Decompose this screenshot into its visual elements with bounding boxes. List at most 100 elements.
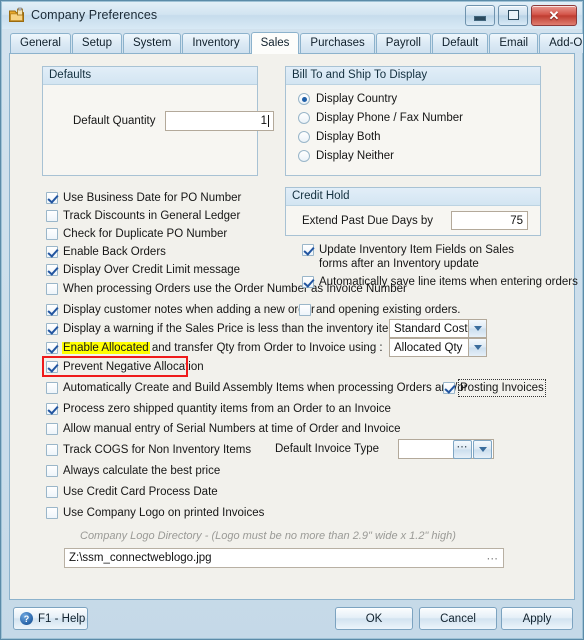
tab-addons[interactable]: Add-Ons	[539, 33, 583, 53]
dropdown-value: Standard Cost	[394, 322, 468, 335]
radio-indicator	[298, 150, 310, 162]
default-quantity-label: Default Quantity	[73, 115, 156, 127]
checkbox-indicator	[46, 210, 58, 222]
close-button[interactable]: ✕	[531, 4, 577, 26]
enable-allocated-highlight: Enable Allocated	[62, 342, 150, 354]
checkbox-posting-invoices[interactable]: Posting Invoices	[443, 379, 546, 397]
checkbox-label: Track COGS for Non Inventory Items	[63, 444, 252, 456]
checkbox-update-inventory-item-fields[interactable]: Update Inventory Item Fields on Sales fo…	[302, 243, 542, 271]
tab-email[interactable]: Email	[489, 33, 539, 53]
chevron-down-icon[interactable]	[468, 320, 486, 337]
checkbox-label: Always calculate the best price	[63, 465, 221, 477]
checkbox-opening-existing-orders[interactable]: and opening existing orders.	[299, 303, 461, 317]
tab-system[interactable]: System	[122, 33, 182, 53]
tab-default[interactable]: Default	[431, 33, 489, 53]
checkbox-indicator	[46, 323, 58, 335]
company-logo-directory-note: Company Logo Directory - (Logo must be n…	[80, 530, 456, 542]
close-icon: ✕	[548, 7, 560, 23]
checkbox-allow-manual-serial-entry[interactable]: Allow manual entry of Serial Numbers at …	[46, 422, 400, 436]
checkbox-indicator	[46, 486, 58, 498]
chevron-down-icon[interactable]	[468, 339, 486, 356]
radio-indicator	[298, 112, 310, 124]
checkbox-auto-create-build-assembly[interactable]: Automatically Create and Build Assembly …	[46, 381, 468, 395]
f1-help-button[interactable]: ? F1 - Help	[13, 607, 88, 630]
checkbox-display-customer-notes[interactable]: Display customer notes when adding a new…	[46, 303, 315, 317]
checkbox-indicator	[46, 361, 58, 373]
radio-label: Display Country	[316, 93, 398, 105]
checkbox-track-cogs-non-inventory[interactable]: Track COGS for Non Inventory Items	[46, 443, 251, 457]
window-title: Company Preferences	[31, 8, 158, 22]
apply-button[interactable]: Apply	[501, 607, 573, 630]
tab-general[interactable]: General	[10, 33, 71, 53]
checkbox-indicator	[299, 304, 311, 316]
checkbox-enable-allocated[interactable]: Enable Allocated and transfer Qty from O…	[46, 341, 383, 355]
ellipsis-icon[interactable]: ⋯	[453, 439, 472, 459]
tab-inventory[interactable]: Inventory	[182, 33, 250, 53]
inventory-cost-basis-dropdown[interactable]: Standard Cost	[389, 319, 487, 338]
radio-display-country[interactable]: Display Country	[298, 93, 397, 105]
company-folder-icon	[8, 7, 25, 24]
checkbox-indicator	[46, 444, 58, 456]
window-controls: ✕	[465, 4, 579, 26]
checkbox-label: Display customer notes when adding a new…	[63, 304, 315, 316]
minimize-button[interactable]	[465, 4, 495, 26]
checkbox-indicator	[46, 246, 58, 258]
checkbox-auto-save-line-items[interactable]: Automatically save line items when enter…	[302, 275, 578, 289]
default-invoice-type-field[interactable]: ⋯	[398, 439, 494, 459]
cancel-button[interactable]: Cancel	[419, 607, 497, 630]
minimize-icon	[474, 15, 486, 21]
maximize-button[interactable]	[498, 4, 528, 26]
radio-indicator	[298, 131, 310, 143]
radio-label: Display Neither	[316, 150, 394, 162]
checkbox-indicator	[46, 192, 58, 204]
extend-past-due-label: Extend Past Due Days by	[302, 215, 434, 227]
checkbox-use-credit-card-process-date[interactable]: Use Credit Card Process Date	[46, 485, 218, 499]
checkbox-check-duplicate-po[interactable]: Check for Duplicate PO Number	[46, 227, 227, 241]
tab-setup[interactable]: Setup	[71, 33, 122, 53]
checkbox-label: Use Business Date for PO Number	[63, 192, 242, 204]
checkbox-track-discounts-gl[interactable]: Track Discounts in General Ledger	[46, 209, 240, 223]
checkbox-display-over-credit-limit[interactable]: Display Over Credit Limit message	[46, 263, 240, 277]
checkbox-indicator	[46, 342, 58, 354]
checkbox-indicator	[302, 276, 314, 288]
checkbox-use-company-logo-invoices[interactable]: Use Company Logo on printed Invoices	[46, 506, 264, 520]
text-caret	[268, 115, 269, 127]
checkbox-label: Enable Allocated and transfer Qty from O…	[62, 341, 383, 355]
checkbox-sales-price-warning[interactable]: Display a warning if the Sales Price is …	[46, 322, 404, 336]
checkbox-indicator	[46, 423, 58, 435]
checkbox-use-business-date-po[interactable]: Use Business Date for PO Number	[46, 191, 241, 205]
extend-past-due-input[interactable]: 75	[451, 211, 528, 230]
tab-payroll[interactable]: Payroll	[375, 33, 431, 53]
chevron-down-icon[interactable]	[473, 439, 492, 459]
checkbox-label: Process zero shipped quantity items from…	[63, 403, 391, 415]
radio-display-both[interactable]: Display Both	[298, 131, 381, 143]
defaults-group-title: Defaults	[43, 67, 257, 85]
ellipsis-icon[interactable]: ⋯	[487, 551, 500, 565]
default-quantity-value: 1	[260, 115, 267, 127]
radio-label: Display Both	[316, 131, 381, 143]
ok-button[interactable]: OK	[335, 607, 413, 630]
checkbox-indicator	[46, 304, 58, 316]
radio-display-neither[interactable]: Display Neither	[298, 150, 394, 162]
checkbox-always-calculate-best-price[interactable]: Always calculate the best price	[46, 464, 220, 478]
company-preferences-window: Company Preferences ✕ General Setup Syst…	[0, 0, 584, 640]
default-quantity-input[interactable]: 1	[165, 111, 274, 131]
f1-help-label: F1 - Help	[38, 612, 86, 625]
allocated-qty-dropdown[interactable]: Allocated Qty	[389, 338, 487, 357]
checkbox-label: Automatically Create and Build Assembly …	[63, 382, 468, 394]
checkbox-indicator	[46, 382, 58, 394]
checkbox-prevent-negative-allocation[interactable]: Prevent Negative Allocation	[46, 360, 204, 374]
question-circle-icon: ?	[20, 612, 33, 625]
company-logo-path-input[interactable]: Z:\ssm_connectweblogo.jpg ⋯	[64, 548, 504, 568]
tab-sales[interactable]: Sales	[250, 32, 300, 54]
tab-purchases[interactable]: Purchases	[300, 33, 375, 53]
checkbox-label: Track Discounts in General Ledger	[63, 210, 241, 222]
radio-display-phone-fax[interactable]: Display Phone / Fax Number	[298, 112, 463, 124]
checkbox-label: Allow manual entry of Serial Numbers at …	[63, 423, 401, 435]
checkbox-indicator	[46, 403, 58, 415]
checkbox-label: Posting Invoices	[458, 379, 546, 397]
checkbox-indicator	[302, 244, 314, 256]
checkbox-indicator	[46, 264, 58, 276]
checkbox-enable-back-orders[interactable]: Enable Back Orders	[46, 245, 166, 259]
checkbox-process-zero-shipped-qty[interactable]: Process zero shipped quantity items from…	[46, 402, 391, 416]
